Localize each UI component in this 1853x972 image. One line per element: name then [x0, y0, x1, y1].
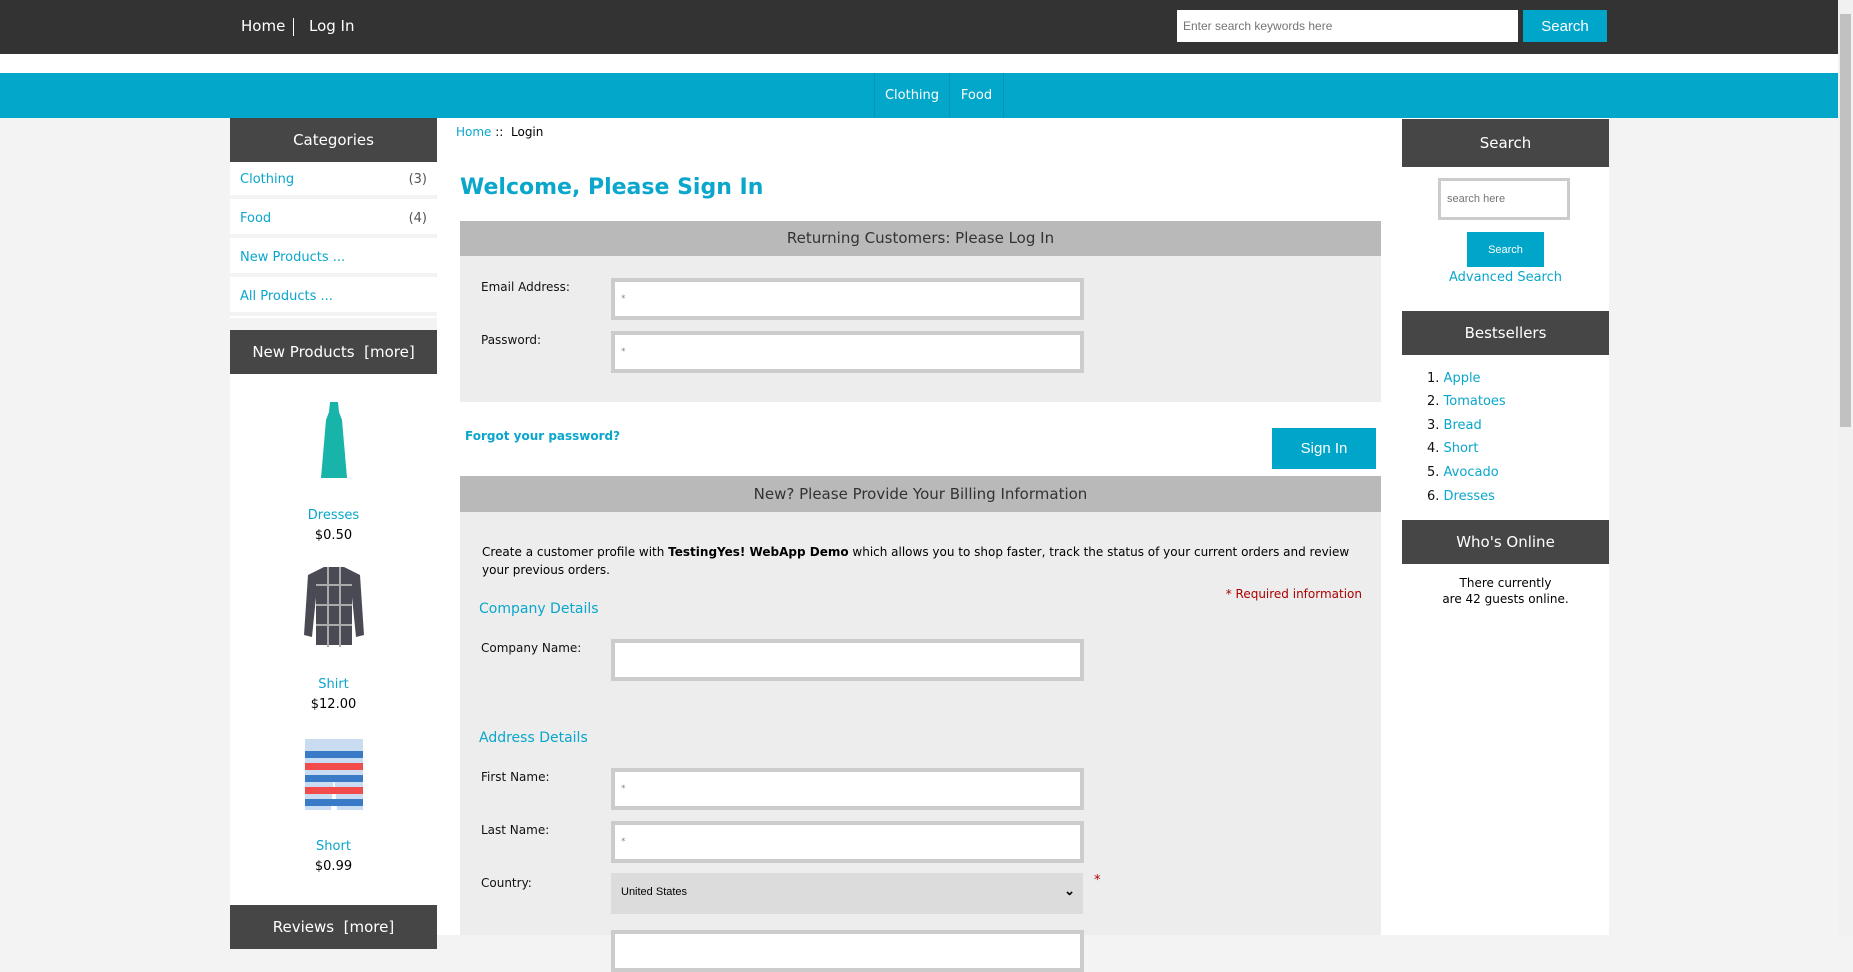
category-all-products[interactable]: All Products ...: [230, 279, 437, 316]
reviews-title: Reviews: [272, 918, 335, 936]
bestseller-item[interactable]: 1. Apple: [1427, 371, 1481, 386]
bestseller-item[interactable]: 5. Avocado: [1427, 465, 1499, 480]
category-count: (4): [408, 211, 427, 226]
category-label[interactable]: New Products ...: [240, 250, 345, 273]
country-select[interactable]: United States ⌄: [611, 873, 1083, 914]
categories-header: Categories: [230, 118, 437, 162]
category-food[interactable]: Food (4): [230, 201, 437, 238]
bestseller-link[interactable]: Tomatoes: [1444, 394, 1506, 409]
company-name-label: Company Name:: [481, 641, 582, 655]
intro-brand: TestingYes! WebApp Demo: [668, 545, 849, 559]
last-name-field[interactable]: *: [611, 821, 1084, 863]
product-dresses[interactable]: Dresses $0.50: [230, 402, 437, 543]
bestseller-link[interactable]: Apple: [1444, 371, 1481, 386]
reviews-header: Reviews [more]: [230, 905, 437, 949]
right-sidebar: Search Search Advanced Search Bestseller…: [1402, 118, 1609, 935]
search-box-header: Search: [1402, 119, 1609, 167]
forgot-password-link[interactable]: Forgot your password?: [465, 429, 620, 443]
login-link[interactable]: Log In: [309, 17, 355, 35]
product-name[interactable]: Dresses: [230, 508, 437, 523]
nav-clothing[interactable]: Clothing: [874, 73, 950, 118]
shirt-image[interactable]: [302, 565, 366, 648]
sign-in-button[interactable]: Sign In: [1272, 428, 1376, 469]
category-clothing[interactable]: Clothing (3): [230, 162, 437, 199]
sidebar-search-input[interactable]: [1438, 178, 1570, 220]
spacer: [0, 54, 1838, 73]
whos-online-text: There currently are 42 guests online.: [1402, 575, 1609, 607]
company-details-heading: Company Details: [479, 601, 599, 617]
company-name-field[interactable]: [611, 639, 1084, 681]
required-info-note: * Required information: [1225, 587, 1362, 601]
product-price: $12.00: [310, 697, 357, 712]
category-nav: Clothing Food: [0, 73, 1838, 118]
whos-online-header: Who's Online: [1402, 520, 1609, 564]
intro-text: Create a customer profile with: [482, 545, 669, 559]
billing-intro: Create a customer profile with TestingYe…: [482, 543, 1362, 579]
last-name-label: Last Name:: [481, 823, 550, 837]
bestsellers-header: Bestsellers: [1402, 311, 1609, 355]
breadcrumb: Home :: Login: [456, 125, 543, 139]
nav-food[interactable]: Food: [949, 73, 1004, 118]
password-field[interactable]: *: [611, 331, 1084, 373]
bestseller-link[interactable]: Short: [1444, 441, 1479, 456]
spacer: [230, 318, 437, 330]
online-line: There currently: [1459, 576, 1552, 590]
advanced-search-link[interactable]: Advanced Search: [1402, 270, 1609, 285]
breadcrumb-home[interactable]: Home: [456, 125, 491, 139]
new-products-title: New Products: [252, 343, 355, 361]
address-details-heading: Address Details: [479, 730, 588, 746]
breadcrumb-current: Login: [511, 125, 544, 139]
product-price: $0.50: [314, 528, 353, 543]
short-image[interactable]: [303, 739, 365, 810]
bestseller-item[interactable]: 6. Dresses: [1427, 489, 1495, 504]
product-price: $0.99: [314, 859, 353, 874]
dress-image[interactable]: [319, 402, 349, 480]
product-short[interactable]: Short $0.99: [230, 739, 437, 874]
bestseller-link[interactable]: Bread: [1444, 418, 1482, 433]
required-mark: *: [1094, 873, 1101, 888]
first-name-label: First Name:: [481, 770, 550, 784]
header-search-button[interactable]: Search: [1523, 10, 1607, 42]
email-field[interactable]: *: [611, 278, 1084, 320]
new-products-header: New Products [more]: [230, 330, 437, 374]
first-name-field[interactable]: *: [611, 768, 1084, 810]
scrollbar[interactable]: [1838, 0, 1853, 935]
bestseller-item[interactable]: 3. Bread: [1427, 418, 1482, 433]
billing-header: New? Please Provide Your Billing Informa…: [460, 476, 1381, 512]
product-shirt[interactable]: Shirt $12.00: [230, 565, 437, 712]
home-link[interactable]: Home: [241, 17, 285, 35]
bestseller-link[interactable]: Avocado: [1444, 465, 1499, 480]
bestseller-item[interactable]: 4. Short: [1427, 441, 1478, 456]
header-search-input[interactable]: [1177, 10, 1518, 42]
category-new-products[interactable]: New Products ...: [230, 240, 437, 277]
country-value: United States: [621, 886, 688, 898]
left-sidebar: Categories Clothing (3) Food (4) New Produ…: [230, 118, 437, 949]
bestseller-item[interactable]: 2. Tomatoes: [1427, 394, 1506, 409]
email-label: Email Address:: [481, 280, 570, 294]
top-bar: Home Log In Search: [0, 0, 1838, 54]
category-count: (3): [408, 172, 427, 187]
chevron-down-icon: ⌄: [1064, 883, 1075, 898]
category-label[interactable]: Clothing: [240, 172, 294, 195]
sidebar-search-button[interactable]: Search: [1467, 232, 1544, 267]
reviews-more-link[interactable]: [more]: [344, 918, 395, 936]
breadcrumb-separator: ::: [495, 125, 504, 139]
category-label[interactable]: Food: [240, 211, 271, 234]
country-label: Country:: [481, 876, 532, 890]
divider: [293, 18, 294, 36]
bestseller-link[interactable]: Dresses: [1444, 489, 1495, 504]
returning-customers-header: Returning Customers: Please Log In: [460, 221, 1381, 256]
page-title: Welcome, Please Sign In: [460, 175, 764, 200]
product-name[interactable]: Short: [230, 839, 437, 854]
new-products-more-link[interactable]: [more]: [364, 343, 415, 361]
product-name[interactable]: Shirt: [230, 677, 437, 692]
online-line: are 42 guests online.: [1442, 592, 1569, 606]
category-label[interactable]: All Products ...: [240, 289, 333, 312]
next-field[interactable]: [611, 930, 1084, 972]
scrollbar-thumb[interactable]: [1840, 14, 1851, 427]
password-label: Password:: [481, 333, 542, 347]
